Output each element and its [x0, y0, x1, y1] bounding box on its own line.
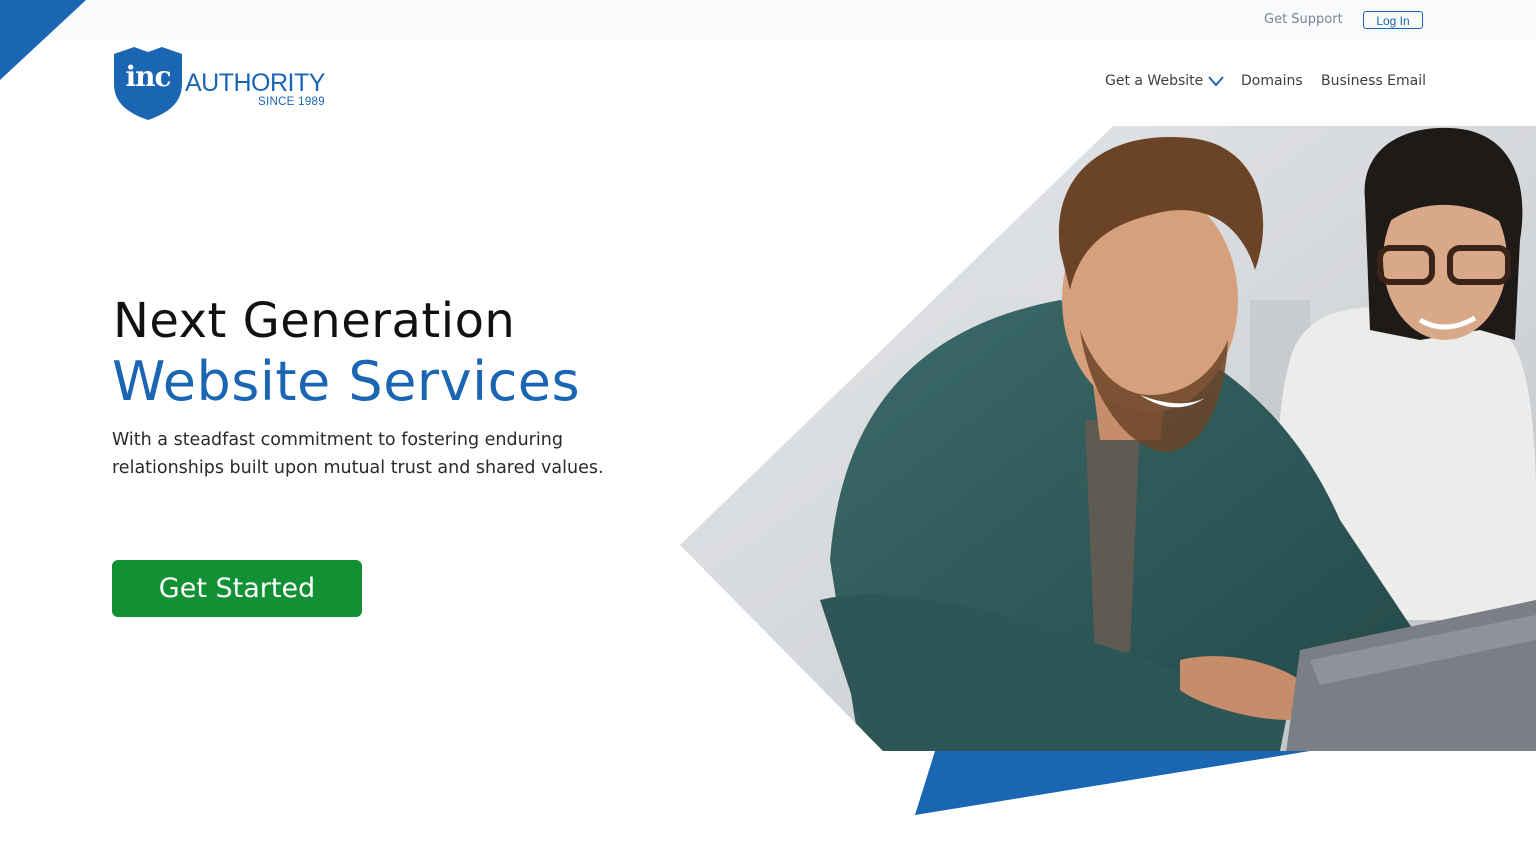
hero-photo — [680, 126, 1536, 815]
bottom-accent-shape — [915, 751, 1310, 815]
